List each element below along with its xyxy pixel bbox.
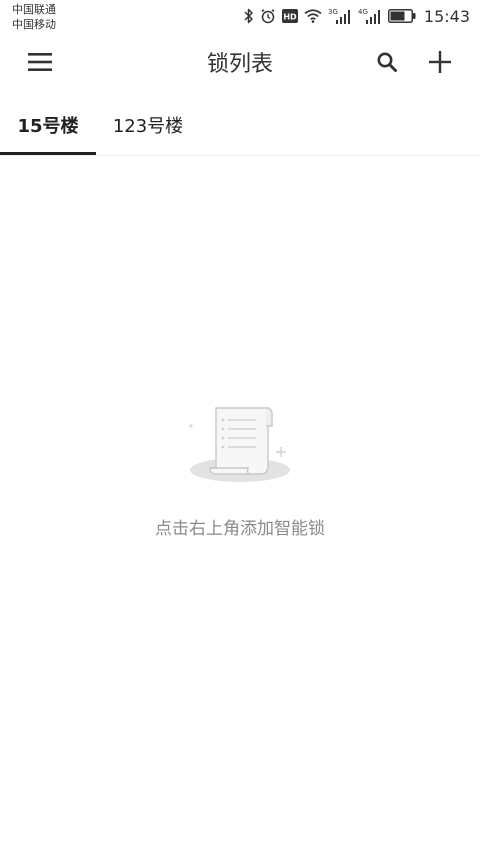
signal-4g-icon: 4G — [358, 8, 380, 24]
add-button[interactable] — [422, 44, 458, 80]
tab-label: 123号楼 — [112, 116, 184, 137]
search-button[interactable] — [370, 46, 404, 78]
empty-document-icon — [189, 407, 290, 482]
add-icon — [429, 51, 451, 73]
status-bar: 中国联通 中国移动 HD 3G 4G 15:43 — [0, 0, 480, 34]
hd-label: HD — [283, 13, 297, 22]
alarm-icon — [261, 9, 275, 24]
app-bar: 锁列表 — [0, 34, 480, 90]
signal-3g-icon: 3G — [328, 8, 350, 24]
empty-state-message: 点击右上角添加智能锁 — [155, 519, 325, 539]
carrier-info: 中国联通 中国移动 — [12, 2, 56, 32]
carrier-1-label: 中国联通 — [12, 3, 56, 16]
hd-icon: HD — [281, 9, 298, 23]
page-title: 锁列表 — [206, 52, 273, 77]
status-icons: HD 3G 4G 15:43 — [244, 6, 470, 26]
carrier-2-label: 中国移动 — [12, 18, 56, 31]
search-icon — [377, 52, 397, 72]
tab-indicator — [0, 152, 96, 155]
clock-time: 15:43 — [423, 6, 470, 26]
building-tabs: 15号楼 123号楼 — [0, 96, 480, 156]
battery-icon — [387, 9, 416, 23]
bluetooth-icon — [244, 8, 253, 24]
tab-123[interactable]: 123号楼 — [96, 96, 200, 154]
wifi-icon — [304, 9, 322, 23]
tab-label: 15号楼 — [17, 116, 79, 137]
tab-15[interactable]: 15号楼 — [0, 96, 96, 154]
network-3g-label: 3G — [328, 8, 338, 16]
network-4g-label: 4G — [358, 8, 368, 16]
